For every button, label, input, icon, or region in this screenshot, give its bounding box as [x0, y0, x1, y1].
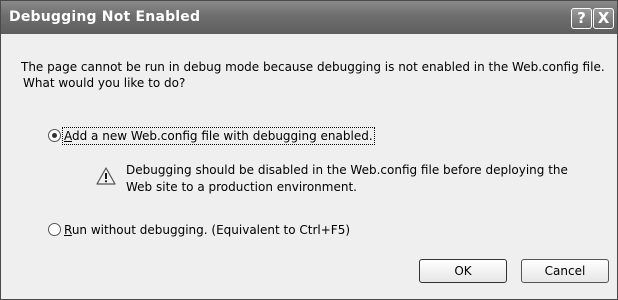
radio-run-without-debugging[interactable] [48, 223, 61, 236]
help-button[interactable]: ? [571, 8, 592, 29]
warning-line-2: Web site to a production environment. [126, 180, 357, 194]
close-button[interactable]: X [593, 8, 614, 29]
help-icon: ? [577, 9, 586, 27]
close-icon: X [597, 9, 610, 27]
option-add-label-text: dd a new Web.config file with debugging … [72, 129, 373, 143]
option-add-web-config[interactable]: Add a new Web.config file with debugging… [48, 127, 375, 145]
dialog-message: The page cannot be run in debug mode bec… [21, 59, 611, 91]
radio-add-web-config[interactable] [48, 129, 61, 142]
message-line-2: What would you like to do? [23, 76, 186, 90]
warning-text: Debugging should be disabled in the Web.… [126, 162, 568, 196]
option-run-mnemonic: R [64, 223, 72, 237]
option-add-mnemonic: A [64, 129, 72, 143]
warning-icon [96, 167, 116, 185]
dialog-window: Debugging Not Enabled ? X The page canno… [0, 0, 618, 300]
warning-line-1: Debugging should be disabled in the Web.… [126, 163, 568, 177]
cancel-button[interactable]: Cancel [521, 259, 609, 283]
option-run-without-debugging[interactable]: Run without debugging. (Equivalent to Ct… [48, 223, 350, 237]
option-run-label: Run without debugging. (Equivalent to Ct… [64, 223, 350, 237]
option-add-web-config-label: Add a new Web.config file with debugging… [62, 127, 375, 145]
message-line-1: The page cannot be run in debug mode bec… [21, 60, 605, 74]
title-bar: Debugging Not Enabled ? X [1, 1, 617, 34]
dialog-title: Debugging Not Enabled [9, 9, 201, 25]
option-run-label-text: un without debugging. (Equivalent to Ctr… [71, 223, 351, 237]
ok-button[interactable]: OK [419, 259, 507, 283]
